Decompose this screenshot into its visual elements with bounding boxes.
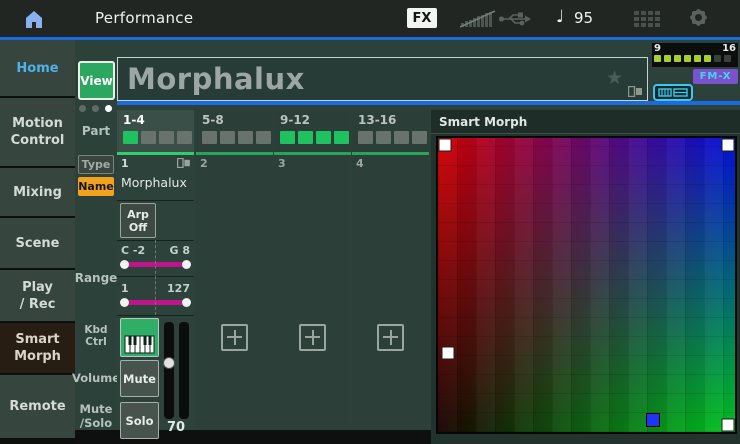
tab-parts-13-16[interactable]: 13-16	[352, 110, 429, 152]
sidebar: Home MotionControl Mixing Scene Play/ Re…	[0, 40, 75, 444]
top-bar: Performance FX ♩ 95	[0, 0, 740, 40]
part-name[interactable]: Morphalux	[121, 175, 187, 190]
kbd-ctrl-button[interactable]	[120, 318, 159, 357]
part-number: 3	[278, 157, 286, 170]
tab-label: 13-16	[358, 113, 429, 127]
home-icon	[22, 7, 46, 31]
tab-parts-9-12[interactable]: 9-12	[274, 110, 351, 152]
solo-button[interactable]: Solo	[120, 402, 159, 439]
view-button[interactable]: View	[78, 61, 115, 100]
level-meter-track	[179, 322, 189, 419]
screen: Performance FX ♩ 95	[0, 0, 740, 444]
tab-parts-5-8[interactable]: 5-8	[196, 110, 273, 152]
bank-icon	[628, 86, 642, 97]
sidebar-item-home[interactable]: Home	[0, 40, 75, 96]
sidebar-item-smart-morph[interactable]: SmartMorph	[0, 323, 75, 373]
sidebar-item-play-rec[interactable]: Play/ Rec	[0, 270, 75, 321]
velocity-range-low[interactable]: 1	[121, 282, 129, 295]
keyboard-icon	[124, 328, 155, 354]
morph-pixel-grid-overlay	[438, 138, 735, 432]
part-indicator-cells	[654, 55, 736, 62]
velocity-range-high[interactable]: 127	[167, 282, 190, 295]
add-part-button[interactable]	[299, 324, 326, 351]
smart-morph-map[interactable]	[436, 136, 737, 434]
performance-name-field[interactable]: Morphalux ★	[117, 57, 648, 101]
arp-on-off-button[interactable]: ArpOff	[120, 203, 156, 238]
plus-icon	[383, 336, 398, 338]
slider-handle-high[interactable]	[182, 260, 191, 269]
tab-part-slots	[123, 131, 194, 144]
tab-part-slots	[280, 131, 351, 144]
smart-morph-panel: Smart Morph	[431, 110, 740, 444]
part-2-column: 2	[196, 152, 273, 430]
part-indicator-end: 16	[722, 44, 736, 54]
performance-name: Morphalux	[127, 62, 305, 96]
fx-button[interactable]: FX	[407, 8, 437, 28]
range-center-divider	[155, 240, 156, 315]
name-button[interactable]: Name	[78, 177, 114, 196]
divider	[117, 200, 194, 201]
part-1-column[interactable]: 1 Morphalux ArpOff C -2 G 8 1 127	[117, 152, 194, 430]
slider-handle-low[interactable]	[120, 260, 129, 269]
morph-node-marker[interactable]	[721, 418, 734, 431]
favorite-star-icon[interactable]: ★	[606, 67, 623, 89]
add-part-button[interactable]	[377, 324, 404, 351]
morph-node-marker[interactable]	[442, 346, 455, 359]
volume-fader-handle[interactable]	[163, 357, 175, 369]
quick-setup-grid-icon[interactable]	[634, 11, 660, 27]
gear-icon[interactable]	[692, 11, 705, 24]
tab-label: 5-8	[202, 113, 273, 127]
smart-morph-title: Smart Morph	[431, 110, 740, 134]
part-9-16-indicator: 9 16	[652, 43, 738, 67]
range-row-label: Range	[75, 240, 117, 315]
volume-fader-track[interactable]	[164, 322, 174, 419]
note-range-low[interactable]: C -2	[121, 244, 145, 257]
part-3-column: 3	[274, 152, 351, 430]
divider	[117, 315, 194, 316]
tab-part-slots	[202, 131, 273, 144]
sidebar-item-mixing[interactable]: Mixing	[0, 168, 75, 216]
tab-label: 1-4	[123, 113, 194, 127]
tab-part-slots	[358, 131, 429, 144]
usb-icon	[498, 11, 532, 27]
home-button[interactable]	[16, 5, 52, 32]
part-4-column: 4	[352, 152, 429, 430]
slider-handle-high[interactable]	[182, 298, 191, 307]
fader-crescendo-icon	[460, 9, 496, 28]
mute-solo-row-label: Mute/Solo	[75, 399, 117, 433]
part-number: 2	[200, 157, 208, 170]
morph-node-marker[interactable]	[439, 139, 452, 152]
add-part-button[interactable]	[221, 324, 248, 351]
part-number: 1	[121, 157, 129, 170]
kbd-ctrl-row-label: Kbd Ctrl	[75, 315, 117, 357]
accent-underline	[117, 101, 740, 105]
part-row-label: Part	[75, 110, 117, 152]
sidebar-item-scene[interactable]: Scene	[0, 218, 75, 268]
sidebar-item-motion-control[interactable]: MotionControl	[0, 98, 75, 166]
page-title: Performance	[95, 9, 193, 27]
tab-parts-1-4[interactable]: 1-4	[117, 110, 194, 152]
motion-seq-indicator-icon	[653, 84, 693, 101]
plus-icon	[227, 336, 242, 338]
morph-node-marker[interactable]	[721, 139, 734, 152]
volume-value: 70	[161, 420, 191, 435]
engine-type-badge: FM-X	[693, 69, 738, 84]
sidebar-item-remote[interactable]: Remote	[0, 375, 75, 438]
volume-row-label: Volume	[75, 357, 117, 399]
main-content: View Morphalux ★ 9 16 FM-X	[75, 40, 740, 444]
morph-cursor[interactable]	[646, 413, 660, 427]
bank-icon	[177, 158, 190, 168]
plus-icon	[305, 336, 320, 338]
note-range-high[interactable]: G 8	[169, 244, 190, 257]
type-button[interactable]: Type	[78, 155, 114, 174]
part-indicator-start: 9	[654, 44, 661, 54]
mute-button[interactable]: Mute	[120, 360, 159, 397]
part-number: 4	[356, 157, 364, 170]
tempo-note-icon: ♩	[556, 7, 564, 27]
slider-handle-low[interactable]	[120, 298, 129, 307]
tab-label: 9-12	[280, 113, 351, 127]
tempo-value[interactable]: 95	[574, 9, 593, 27]
